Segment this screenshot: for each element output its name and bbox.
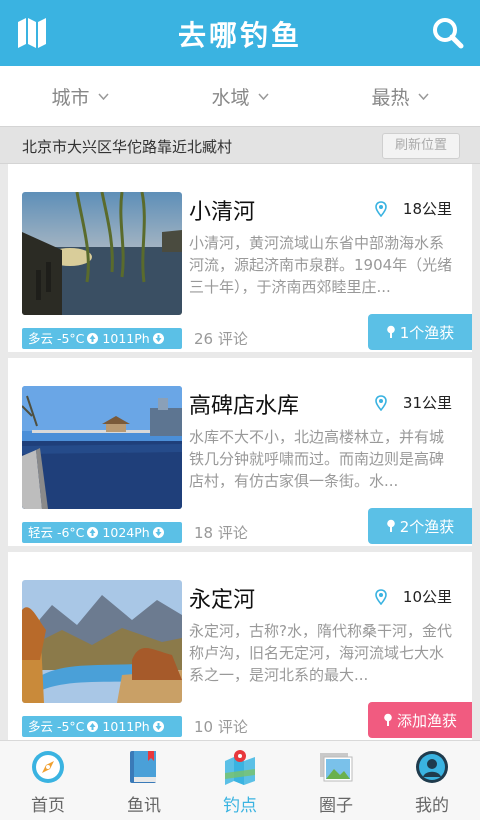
arrow-down-icon — [152, 333, 164, 344]
weather-badge: 多云 -5°C 1011Ph — [22, 328, 182, 349]
weather-badge: 多云 -5°C 1011Ph — [22, 716, 182, 737]
location-bar: 北京市大兴区华佗路靠近北臧村 刷新位置 — [0, 126, 480, 164]
pressure-text: 1024Ph — [102, 525, 150, 540]
tab-community[interactable]: 圈子 — [288, 741, 384, 820]
spot-description: 小清河，黄河流域山东省中部渤海水系河流，源起济南市泉群。1904年（光绪三十年）… — [189, 234, 453, 296]
compass-icon — [32, 751, 64, 783]
distance-text: 10公里 — [402, 588, 452, 606]
spot-distance: 10公里 — [375, 586, 452, 607]
location-pin-icon — [375, 394, 387, 411]
spot-photo — [22, 386, 182, 509]
spot-card[interactable]: 高碑店水库 31公里 水库不大不小，北边高楼林立，并有城铁几分钟就呼啸而过。而南… — [8, 358, 472, 546]
spot-card[interactable]: 永定河 10公里 永定河，古称?水，隋代称桑干河，金代称卢沟，旧名无定河，海河流… — [8, 552, 472, 740]
filter-city[interactable]: 城市 — [0, 66, 160, 126]
filter-bar: 城市 水域 最热 — [0, 66, 480, 126]
search-icon[interactable] — [432, 17, 464, 49]
spot-name: 小清河 — [189, 200, 256, 225]
pin-icon — [384, 713, 392, 726]
weather-text: 多云 -5°C — [28, 719, 85, 734]
distance-text: 18公里 — [402, 200, 452, 218]
filter-label: 最热 — [371, 86, 410, 109]
spot-photo — [22, 580, 182, 703]
map-pin-icon — [225, 750, 255, 785]
location-pin-icon — [375, 588, 387, 605]
filter-water[interactable]: 水域 — [160, 66, 320, 126]
catch-button[interactable]: 1个渔获 — [368, 314, 472, 350]
spot-description: 水库不大不小，北边高楼林立，并有城铁几分钟就呼啸而过。而南边则是高碑店村，有仿古… — [189, 428, 445, 490]
weather-badge: 轻云 -6°C 1024Ph — [22, 522, 182, 543]
comment-count[interactable]: 18 评论 — [194, 522, 248, 543]
spot-photo — [22, 192, 182, 315]
refresh-location-button[interactable]: 刷新位置 — [382, 133, 460, 159]
bottom-tab-bar: 首页 鱼讯 钓点 圈子 我的 — [0, 740, 480, 820]
arrow-up-icon — [87, 721, 99, 732]
catch-label: 添加渔获 — [396, 711, 457, 730]
spot-distance: 18公里 — [375, 198, 452, 219]
tab-home[interactable]: 首页 — [0, 741, 96, 820]
catch-button[interactable]: 2个渔获 — [368, 508, 472, 544]
tab-label: 圈子 — [319, 796, 353, 816]
weather-text: 多云 -5°C — [28, 331, 85, 346]
app-header: 去哪钓鱼 — [0, 0, 480, 66]
pressure-text: 1011Ph — [102, 719, 150, 734]
current-location: 北京市大兴区华佗路靠近北臧村 — [22, 138, 233, 156]
catch-label: 1个渔获 — [399, 323, 455, 342]
arrow-down-icon — [152, 527, 164, 538]
pin-icon — [386, 519, 395, 532]
chevron-down-icon — [257, 92, 269, 100]
comment-count[interactable]: 10 评论 — [194, 716, 248, 737]
weather-text: 轻云 -6°C — [28, 525, 85, 540]
chevron-down-icon — [97, 92, 109, 100]
chevron-down-icon — [417, 92, 429, 100]
tab-spots[interactable]: 钓点 — [192, 741, 288, 820]
location-pin-icon — [375, 200, 387, 217]
tab-label: 钓点 — [223, 796, 257, 816]
tab-label: 我的 — [415, 796, 449, 816]
spot-name: 永定河 — [189, 588, 256, 613]
pin-icon — [386, 325, 395, 338]
arrow-up-icon — [87, 333, 99, 344]
tab-label: 鱼讯 — [127, 796, 161, 816]
tab-profile[interactable]: 我的 — [384, 741, 480, 820]
book-icon — [130, 751, 156, 783]
spot-name: 高碑店水库 — [189, 394, 300, 419]
arrow-up-icon — [87, 527, 99, 538]
filter-label: 城市 — [51, 86, 90, 109]
distance-text: 31公里 — [402, 394, 452, 412]
arrow-down-icon — [152, 721, 164, 732]
tab-news[interactable]: 鱼讯 — [96, 741, 192, 820]
catch-label: 2个渔获 — [399, 517, 455, 536]
app-title: 去哪钓鱼 — [177, 19, 302, 52]
tab-label: 首页 — [31, 796, 65, 816]
filter-label: 水域 — [211, 86, 250, 109]
spot-distance: 31公里 — [375, 392, 452, 413]
spot-description: 永定河，古称?水，隋代称桑干河，金代称卢沟，旧名无定河，海河流域七大水系之一，是… — [189, 622, 452, 684]
filter-hottest[interactable]: 最热 — [320, 66, 480, 126]
pressure-text: 1011Ph — [102, 331, 150, 346]
avatar-icon — [416, 751, 448, 783]
spot-card[interactable]: 小清河 18公里 小清河，黄河流域山东省中部渤海水系河流，源起济南市泉群。190… — [8, 164, 472, 352]
gallery-icon — [320, 753, 353, 782]
comment-count[interactable]: 26 评论 — [194, 328, 248, 349]
add-catch-button[interactable]: 添加渔获 — [368, 702, 472, 738]
